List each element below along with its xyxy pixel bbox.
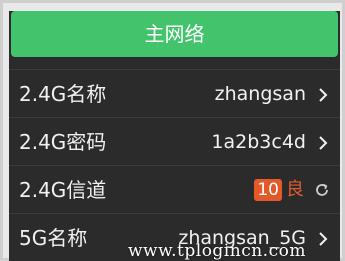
row-24g-name-value: zhangsan [214,83,306,105]
row-24g-channel[interactable]: 2.4G信道 10 良 [9,165,340,213]
row-24g-channel-label: 2.4G信道 [19,178,107,202]
row-24g-password-value: 1a2b3c4d [211,131,306,153]
site-watermark: www.tplogincn.com [128,241,306,261]
chevron-right-icon [319,232,328,246]
refresh-icon[interactable] [314,182,330,198]
settings-panel: 主网络 2.4G名称 zhangsan 2.4G密码 1a2b3c4d 2.4G… [9,11,340,261]
row-24g-password-label: 2.4G密码 [19,130,107,154]
row-24g-name[interactable]: 2.4G名称 zhangsan [9,69,340,117]
main-network-button[interactable]: 主网络 [11,11,338,57]
screen-frame: 主网络 2.4G名称 zhangsan 2.4G密码 1a2b3c4d 2.4G… [0,0,345,261]
chevron-right-icon [319,88,328,102]
row-5g-name-label: 5G名称 [19,226,88,250]
main-network-title: 主网络 [144,22,205,46]
chevron-right-icon [319,136,328,150]
channel-number-badge: 10 [254,179,282,201]
row-24g-name-label: 2.4G名称 [19,82,107,106]
channel-quality-text: 良 [286,179,304,200]
row-24g-password[interactable]: 2.4G密码 1a2b3c4d [9,117,340,165]
